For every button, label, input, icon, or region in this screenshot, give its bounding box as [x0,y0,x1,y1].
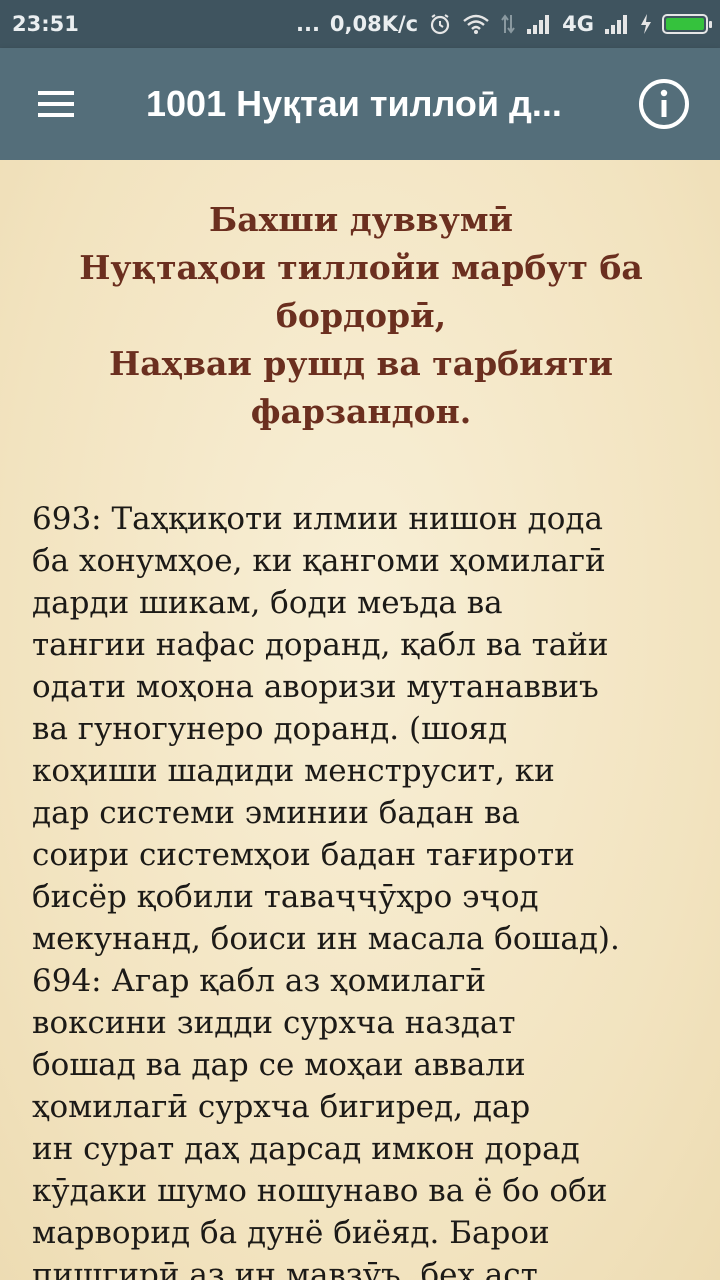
app-bar: 1001 Нуқтаи тиллоӣ д... [0,48,720,160]
body-line: кӯдаки шумо ношунаво ва ё бо оби [32,1173,608,1209]
body-line: марворид ба дунё биёяд. Барои [32,1215,550,1251]
wifi-icon [462,13,490,35]
info-button[interactable] [608,48,720,160]
battery-icon [662,14,712,34]
charging-icon [640,13,652,35]
status-bar: 23:51 ... 0,08K/c 4G [0,0,720,48]
body-line: 693: Таҳқиқоти илмии нишон дода [32,501,603,537]
heading-line: Нуқтаҳои тиллойи марбут ба [79,248,643,287]
body-line: 694: Агар қабл аз ҳомилагӣ [32,963,487,999]
body-line: воксини зидди сурхча наздат [32,1005,516,1041]
body-line: ин сурат даҳ дарсад имкон дорад [32,1131,580,1167]
heading-line: бордорӣ, [275,296,447,335]
heading-line: фарзандон. [250,392,472,431]
body-line: ҳомилагӣ сурхча бигиред, дар [32,1089,531,1125]
body-line: дар системи эминии бадан ва [32,795,520,831]
status-time: 23:51 [12,12,79,36]
status-dots: ... [295,12,320,36]
article-body: 693: Таҳқиқоти илмии нишон дода ба хонум… [32,498,690,1280]
body-line: мекунанд, боиси ин масала бошад). [32,921,620,957]
menu-button[interactable] [0,48,112,160]
heading-line: Наҳваи рушд ва тарбияти [109,344,613,383]
body-line: соири системҳои бадан тағироти [32,837,575,873]
hamburger-menu-icon [38,91,74,117]
data-arrows-icon [500,13,516,35]
body-line: ба хонумҳое, ки қангоми ҳомилагӣ [32,543,606,579]
info-icon [639,79,689,129]
body-line: пишгирӣ аз ин мавзӯъ, беҳ аст [32,1257,538,1280]
section-heading: Бахши дуввумӣ Нуқтаҳои тиллойи марбут ба… [32,196,690,436]
body-line: дарди шикам, боди меъда ва [32,585,503,621]
status-speed: 0,08K/c [329,12,419,36]
alarm-icon [428,12,452,36]
app-title: 1001 Нуқтаи тиллоӣ д... [146,83,562,124]
signal-icon [526,13,552,35]
body-line: тангии нафас доранд, қабл ва тайи [32,627,609,663]
body-line: ва гуногунеро доранд. (шояд [32,711,508,747]
body-line: одати моҳона аворизи мутанаввиъ [32,669,599,705]
body-line: бисёр қобили таваҷҷӯҳро эҷод [32,879,539,915]
article-content[interactable]: Бахши дуввумӣ Нуқтаҳои тиллойи марбут ба… [0,160,720,1280]
body-line: коҳиши шадиди менструсит, ки [32,753,555,789]
status-icons: ... 0,08K/c 4G [295,12,712,36]
heading-line: Бахши дуввумӣ [209,200,513,239]
signal-icon [604,13,630,35]
body-line: бошад ва дар се моҳаи аввали [32,1047,526,1083]
network-type: 4G [562,12,594,36]
